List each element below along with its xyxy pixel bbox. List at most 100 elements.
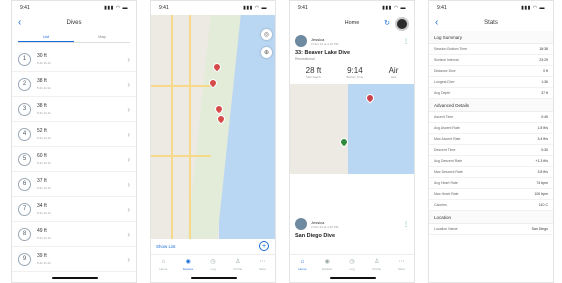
stat-row: Max Heart Rate 100 bpm xyxy=(429,189,553,200)
stat-value: 3.4 ft/s xyxy=(537,137,548,141)
dive-info: 39 ft 5:41 11:11 xyxy=(37,253,127,265)
dive-depth: 30 ft xyxy=(37,53,47,59)
tab-log[interactable]: ◷ Log xyxy=(340,255,365,274)
dive-list-item[interactable]: 3 38 ft 5:41 11:11 › xyxy=(12,97,136,122)
post-date: 2 Nov 23 at 4:10 PM xyxy=(311,41,339,46)
chevron-right-icon: › xyxy=(127,179,130,189)
stat-value: 1:36 xyxy=(541,80,548,84)
house-icon: ⌂ xyxy=(161,258,166,265)
dive-depth: 38 ft xyxy=(37,78,47,84)
home-feed-screen: 9:41 ▮▮▮ ◠ ▬ Home ↻ Jessica 2 Nov 23 at … xyxy=(289,0,415,283)
more-icon[interactable]: ⋮ xyxy=(403,221,409,228)
dive-list-item[interactable]: 2 38 ft 5:41 11:11 › xyxy=(12,72,136,97)
stat-value: 0:30 xyxy=(541,148,548,152)
stat-label: Max Depth xyxy=(306,75,321,79)
dive-depth: 34 ft xyxy=(37,203,47,209)
tab-label: Profile xyxy=(372,266,382,271)
chevron-right-icon: › xyxy=(127,204,130,214)
map-land xyxy=(290,84,348,174)
profile-avatar[interactable] xyxy=(395,17,409,31)
back-icon[interactable]: ‹ xyxy=(435,18,438,28)
page-title: Stats xyxy=(484,20,498,26)
stat-item: Air Gas xyxy=(389,66,399,79)
tab-log[interactable]: ◷ Log xyxy=(201,255,226,274)
back-icon[interactable]: ‹ xyxy=(18,18,21,28)
dive-info: 38 ft 5:41 11:11 xyxy=(37,78,127,90)
dive-list-item[interactable]: 5 60 ft 5:41 11:11 › xyxy=(12,147,136,172)
dive-depth: 39 ft xyxy=(37,253,47,259)
show-list-link[interactable]: Show List xyxy=(156,244,176,249)
signal-icon: ▮▮▮ ◠ ▬ xyxy=(521,5,545,11)
page-title: Dives xyxy=(66,20,82,26)
stat-label: Distance Dive xyxy=(434,69,456,73)
dive-number-badge: 9 xyxy=(18,252,31,266)
tab-more[interactable]: ⋯ More xyxy=(250,255,275,274)
layers-icon[interactable]: ⊕ xyxy=(261,47,272,58)
stat-label: Avg Depth xyxy=(434,91,451,95)
dive-map[interactable]: ◎ ⊕ xyxy=(151,15,275,239)
dive-title[interactable]: 33: Beaver Lake Dive xyxy=(290,47,414,57)
stat-label: Bottom Time xyxy=(346,75,364,79)
dive-list-item[interactable]: 9 39 ft 5:41 11:11 › xyxy=(12,247,136,272)
dive-number-badge: 2 xyxy=(18,77,31,91)
advanced-details-list: Ascent Time 0:45 Avg Ascent Rate 1.8 ft/s… xyxy=(429,112,553,211)
more-icon[interactable]: ⋮ xyxy=(403,38,409,45)
dive-meta: 5:41 11:11 xyxy=(37,186,51,190)
dive-number-badge: 3 xyxy=(18,102,31,116)
dive-meta: 5:41 11:11 xyxy=(37,86,51,90)
post-author: Jessica 2 Nov 23 at 4:10 PM xyxy=(311,220,403,229)
tab-profile[interactable]: ♙ Profile xyxy=(364,255,389,274)
dive-info: 60 ft 5:41 11:11 xyxy=(37,153,127,165)
dive-number-badge: 8 xyxy=(18,227,31,241)
stat-value: 9:14 xyxy=(347,66,363,75)
tab-list[interactable]: List xyxy=(18,32,74,42)
status-time: 9:41 xyxy=(20,5,30,11)
map-road xyxy=(171,15,173,239)
stat-label: Avg Descent Rate xyxy=(434,159,463,163)
tab-home[interactable]: ⌂ Home xyxy=(290,255,315,274)
tab-profile[interactable]: ♙ Profile xyxy=(225,255,250,274)
ellipsis-icon: ⋯ xyxy=(259,258,266,265)
tab-label: Log xyxy=(210,266,216,271)
stat-value: 37 ft xyxy=(541,91,548,95)
tab-label: Explore xyxy=(322,266,333,271)
dive-list-item[interactable]: 4 52 ft 5:41 11:11 › xyxy=(12,122,136,147)
avatar[interactable] xyxy=(295,35,307,47)
chevron-right-icon: › xyxy=(127,54,130,64)
dive-info: 30 ft 5:41 11:11 xyxy=(37,53,127,65)
stat-value: Air xyxy=(388,66,399,75)
dive-list-item[interactable]: 8 49 ft 5:41 11:11 › xyxy=(12,222,136,247)
location-icon[interactable]: ◎ xyxy=(261,29,272,40)
dive-number-badge: 4 xyxy=(18,127,31,141)
tab-map[interactable]: Map xyxy=(74,32,130,42)
dive-depth: 37 ft xyxy=(37,178,47,184)
dive-meta: 5:41 11:11 xyxy=(37,211,51,215)
house-icon: ⌂ xyxy=(300,258,305,265)
dive-info: 34 ft 5:41 11:11 xyxy=(37,203,127,215)
refresh-icon[interactable]: ↻ xyxy=(384,19,390,27)
dive-list-item[interactable]: 7 34 ft 5:41 11:11 › xyxy=(12,197,136,222)
chevron-right-icon: › xyxy=(127,129,130,139)
dive-list-item[interactable]: 1 30 ft 5:41 11:11 › xyxy=(12,47,136,72)
stat-item: 28 ft Max Depth xyxy=(306,66,322,79)
dive-title[interactable]: San Diego Dive xyxy=(290,230,414,240)
stat-label: Location Name xyxy=(434,227,458,231)
clock-icon: ◷ xyxy=(210,258,216,265)
avatar[interactable] xyxy=(295,218,307,230)
tab-home[interactable]: ⌂ Home xyxy=(151,255,176,274)
stat-label: Surface Interval xyxy=(434,58,459,62)
stat-row: Avg Heart Rate 74 bpm xyxy=(429,178,553,189)
stat-row: Avg Descent Rate +1.3 ft/s xyxy=(429,156,553,167)
person-icon: ♙ xyxy=(374,258,380,265)
add-icon[interactable]: + xyxy=(259,241,269,251)
dive-info: 37 ft 5:41 11:11 xyxy=(37,178,127,190)
tab-more[interactable]: ⋯ More xyxy=(389,255,414,274)
dive-depth: 38 ft xyxy=(37,103,47,109)
map-road xyxy=(151,85,211,87)
tab-bar: ⌂ Home ◉ Explore ◷ Log ♙ Profile ⋯ More xyxy=(290,254,414,274)
dive-minimap[interactable] xyxy=(290,84,414,174)
tab-explore[interactable]: ◉ Explore xyxy=(176,255,201,274)
status-bar: 9:41 ▮▮▮ ◠ ▬ xyxy=(151,1,275,15)
dive-list-item[interactable]: 6 37 ft 5:41 11:11 › xyxy=(12,172,136,197)
tab-explore[interactable]: ◉ Explore xyxy=(315,255,340,274)
